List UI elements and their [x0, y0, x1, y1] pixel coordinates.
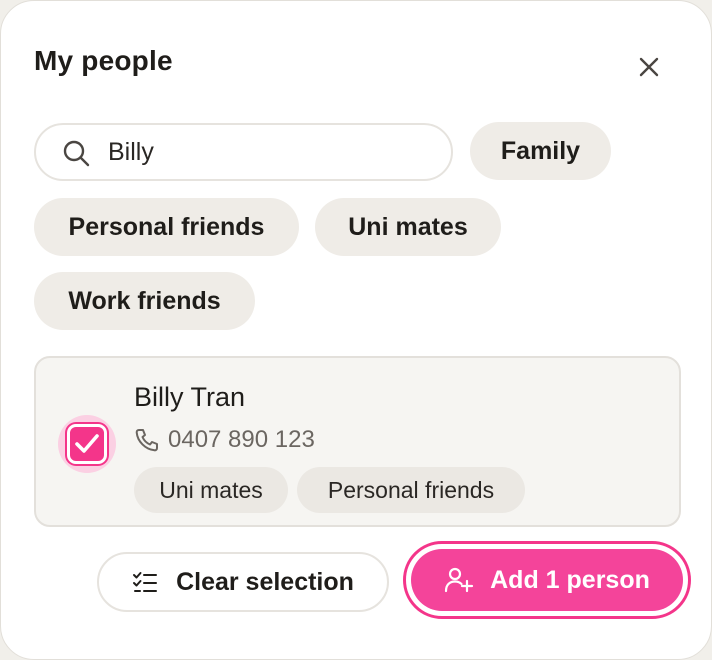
dialog-title: My people	[34, 45, 173, 76]
phone-icon	[135, 429, 158, 452]
person-checkbox[interactable]	[58, 415, 116, 473]
chip-family[interactable]: Family	[470, 122, 611, 180]
person-tag: Uni mates	[134, 467, 288, 513]
clear-selection-button[interactable]: Clear selection	[97, 552, 389, 612]
search-input[interactable]	[108, 133, 428, 171]
search-field[interactable]	[34, 123, 453, 181]
clear-selection-label: Clear selection	[176, 567, 354, 596]
close-button[interactable]	[627, 45, 671, 89]
person-phone: 0407 890 123	[134, 426, 315, 454]
checklist-icon	[133, 572, 158, 592]
user-plus-icon	[445, 567, 474, 593]
search-icon	[63, 140, 90, 167]
phone-number: 0407 890 123	[168, 426, 315, 453]
person-card[interactable]: Billy Tran 0407 890 123 Uni mates Person…	[34, 356, 681, 527]
add-person-label: Add 1 person	[490, 565, 650, 594]
chip-personal-friends[interactable]: Personal friends	[34, 198, 299, 256]
chip-uni-mates[interactable]: Uni mates	[315, 198, 501, 256]
person-name: Billy Tran	[134, 382, 246, 412]
chip-work-friends[interactable]: Work friends	[34, 272, 255, 330]
check-icon	[75, 434, 99, 453]
add-person-button[interactable]: Add 1 person	[403, 541, 691, 619]
my-people-dialog: My people Family Personal friends Uni ma…	[0, 0, 712, 660]
checkbox-checked	[67, 424, 107, 464]
person-tag: Personal friends	[297, 467, 525, 513]
add-person-button-face: Add 1 person	[411, 549, 683, 611]
close-icon	[639, 57, 659, 77]
